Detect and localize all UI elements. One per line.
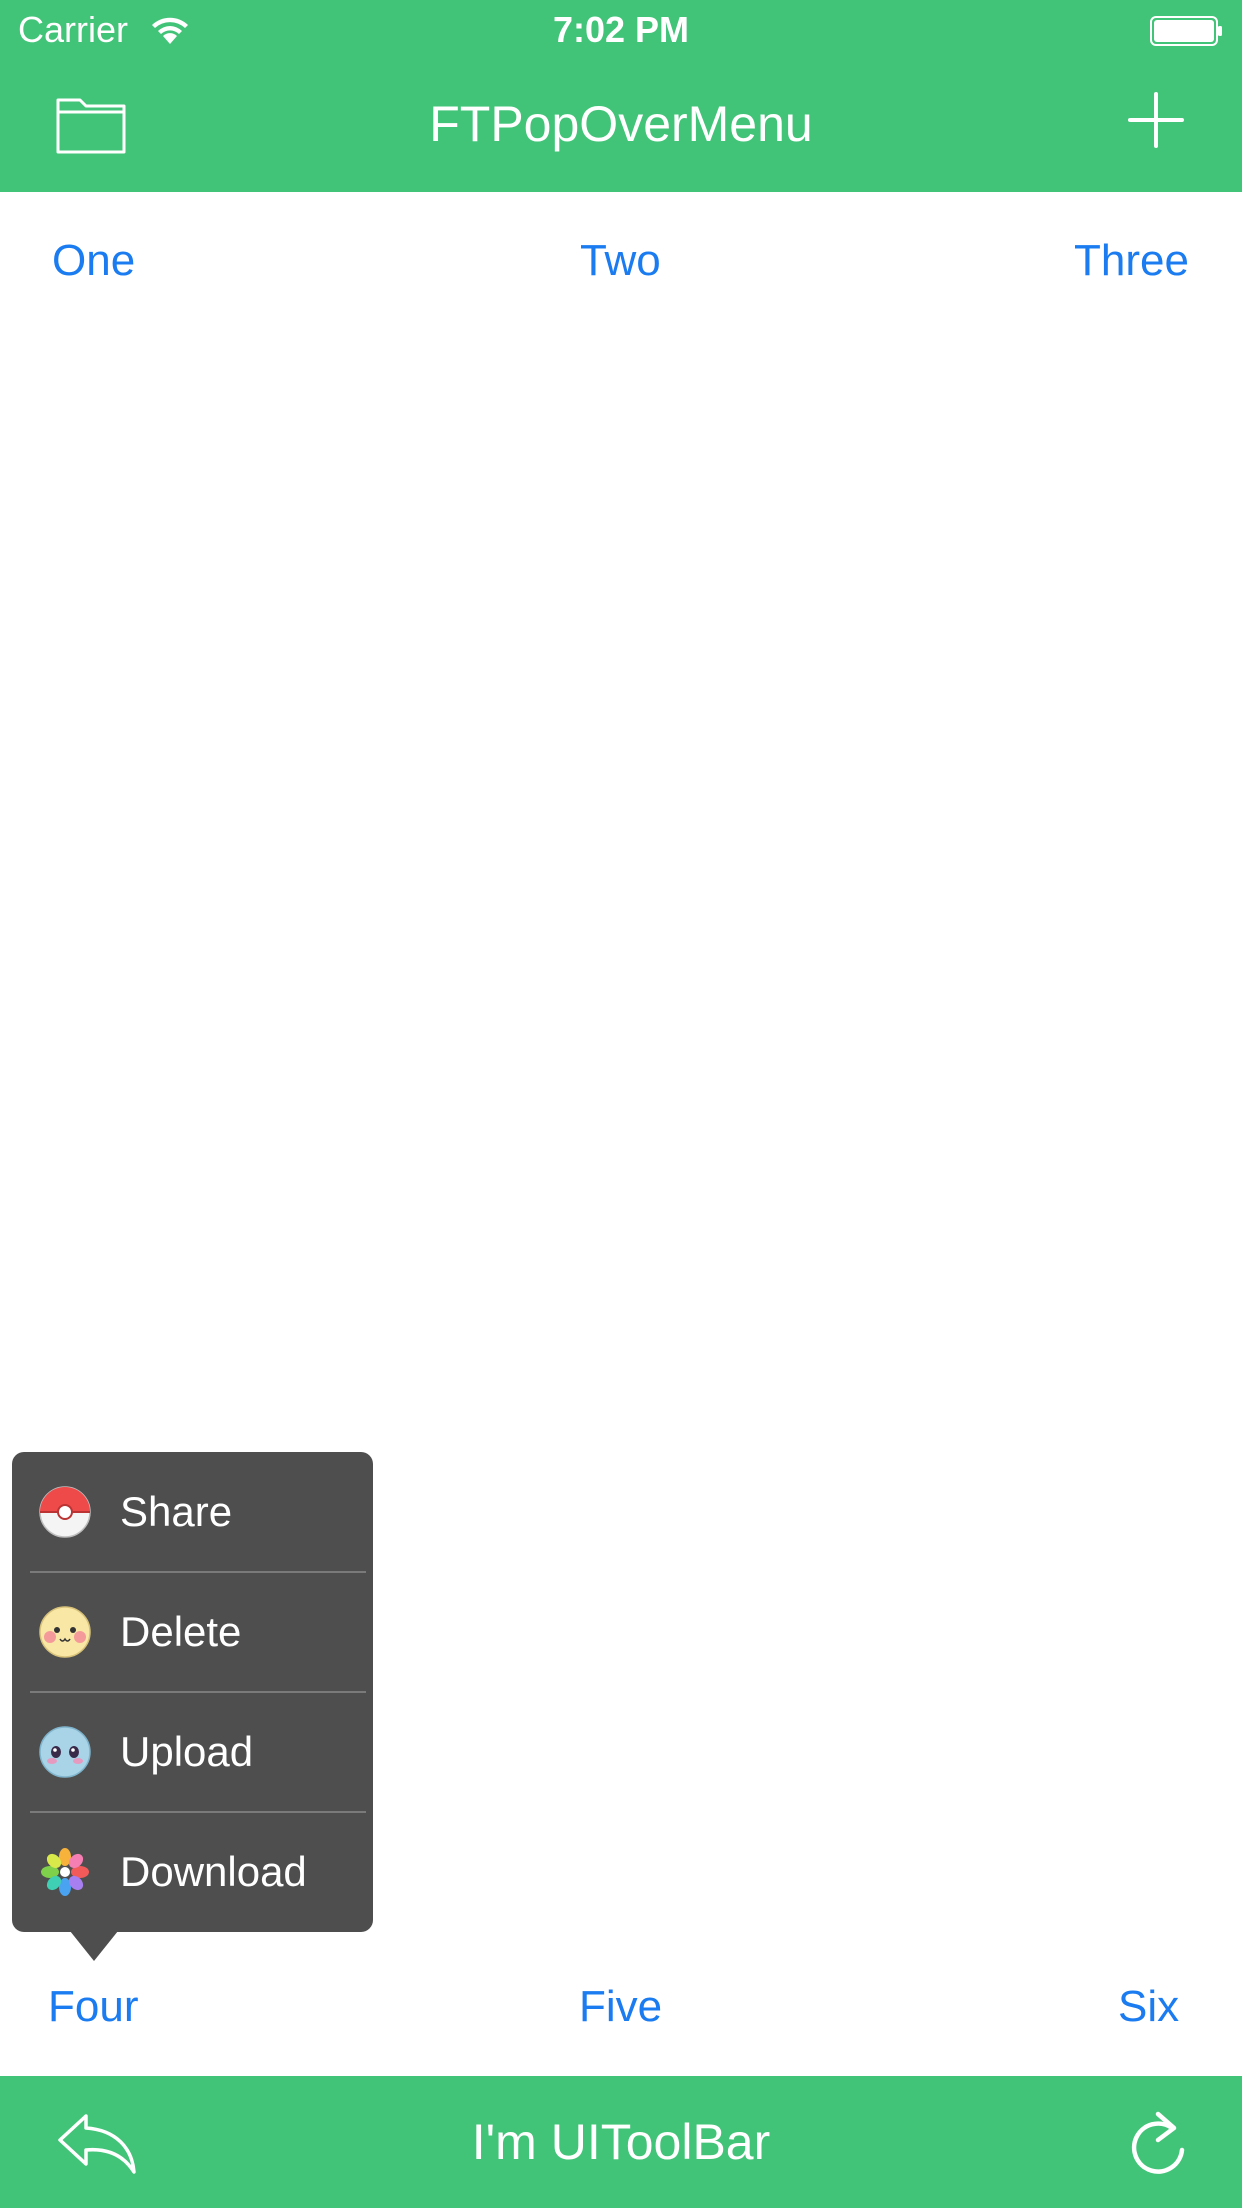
menu-item-share[interactable]: Share — [12, 1452, 373, 1572]
pokeball-icon — [39, 1486, 91, 1538]
blue-face-icon — [39, 1726, 91, 1778]
status-time: 7:02 PM — [552, 9, 690, 50]
menu-item-label: Delete — [120, 1608, 242, 1655]
button-three[interactable]: Three — [1074, 236, 1189, 286]
toolbar-title: I'm UIToolBar — [471, 2114, 771, 2170]
button-one[interactable]: One — [52, 236, 135, 286]
navigation-bar: FTPopOverMenu — [0, 60, 1242, 192]
popover-arrow — [70, 1931, 118, 1961]
refresh-icon[interactable] — [1128, 2106, 1188, 2178]
menu-item-label: Download — [120, 1848, 307, 1895]
nav-title: FTPopOverMenu — [429, 96, 813, 152]
menu-item-label: Upload — [120, 1728, 254, 1775]
app-screen: Carrier 7:02 PM FTPopOverMenu One Two Th… — [0, 0, 1242, 2208]
bottom-toolbar: I'm UIToolBar — [0, 2076, 1242, 2208]
menu-item-upload[interactable]: Upload — [12, 1692, 373, 1812]
popover-menu: Share Delete Upload Download — [12, 1452, 373, 1932]
menu-item-label: Share — [120, 1488, 233, 1535]
button-five[interactable]: Five — [579, 1982, 662, 2032]
button-four[interactable]: Four — [48, 1982, 138, 2032]
battery-icon — [1150, 16, 1222, 46]
button-two[interactable]: Two — [580, 236, 661, 286]
status-bar: Carrier 7:02 PM — [0, 0, 1242, 60]
menu-item-delete[interactable]: Delete — [12, 1572, 373, 1692]
flower-icon — [41, 1848, 89, 1896]
menu-item-download[interactable]: Download — [12, 1812, 373, 1932]
button-six[interactable]: Six — [1118, 1982, 1179, 2032]
plus-icon[interactable] — [1128, 92, 1184, 148]
blush-face-icon — [39, 1606, 91, 1658]
top-bar: Carrier 7:02 PM FTPopOverMenu — [0, 0, 1242, 192]
